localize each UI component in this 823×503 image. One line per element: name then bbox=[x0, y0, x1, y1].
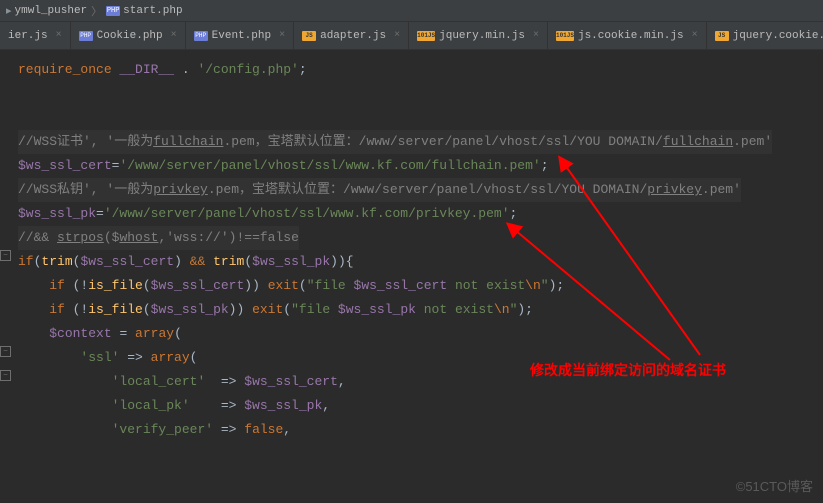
code-line: if (!is_file($ws_ssl_cert)) exit("file $… bbox=[18, 274, 823, 298]
code-line: $ws_ssl_cert='/www/server/panel/vhost/ss… bbox=[18, 154, 823, 178]
tab-cookie-php[interactable]: PHPCookie.php× bbox=[71, 22, 186, 49]
annotation-text: 修改成当前绑定访问的域名证书 bbox=[530, 360, 726, 380]
code-line-blank bbox=[18, 82, 823, 106]
code-line: require_once __DIR__ . '/config.php'; bbox=[18, 58, 823, 82]
breadcrumb-folder[interactable]: ymwl_pusher bbox=[15, 5, 88, 17]
close-icon[interactable]: × bbox=[533, 30, 539, 41]
close-icon[interactable]: × bbox=[279, 30, 285, 41]
tab-ier-js[interactable]: ier.js× bbox=[0, 22, 71, 49]
code-line: 'verify_peer' => false, bbox=[18, 418, 823, 442]
fold-icon[interactable]: − bbox=[0, 346, 11, 357]
php-icon: PHP bbox=[106, 6, 120, 16]
code-editor[interactable]: require_once __DIR__ . '/config.php'; //… bbox=[0, 50, 823, 442]
tab-jquery-min[interactable]: 101JSjquery.min.js× bbox=[409, 22, 548, 49]
fold-icon[interactable]: − bbox=[0, 250, 11, 261]
tab-adapter-js[interactable]: JSadapter.js× bbox=[294, 22, 409, 49]
tab-jscookie-min[interactable]: 101JSjs.cookie.min.js× bbox=[548, 22, 707, 49]
chevron-icon: 〉 bbox=[91, 3, 102, 19]
code-line: if (!is_file($ws_ssl_pk)) exit("file $ws… bbox=[18, 298, 823, 322]
code-line: if(trim($ws_ssl_cert) && trim($ws_ssl_pk… bbox=[18, 250, 823, 274]
js-icon: JS bbox=[715, 31, 729, 41]
breadcrumb-file[interactable]: start.php bbox=[123, 5, 182, 17]
code-line: $context = array( bbox=[18, 322, 823, 346]
watermark: ©51CTO博客 bbox=[736, 476, 813, 495]
js-icon: 101JS bbox=[417, 31, 435, 41]
js-icon: JS bbox=[302, 31, 316, 41]
close-icon[interactable]: × bbox=[171, 30, 177, 41]
code-line: 'local_pk' => $ws_ssl_pk, bbox=[18, 394, 823, 418]
code-line: //WSS私钥', '一般为privkey.pem，宝塔默认位置：/www/se… bbox=[18, 178, 823, 202]
close-icon[interactable]: × bbox=[692, 30, 698, 41]
code-line: //WSS证书', '一般为fullchain.pem，宝塔默认位置：/www/… bbox=[18, 130, 823, 154]
code-line-blank bbox=[18, 106, 823, 130]
fold-icon[interactable]: − bbox=[0, 370, 11, 381]
code-line: //&& strpos($whost,'wss://')!==false bbox=[18, 226, 823, 250]
tab-bar: ier.js× PHPCookie.php× PHPEvent.php× JSa… bbox=[0, 22, 823, 50]
close-icon[interactable]: × bbox=[394, 30, 400, 41]
tab-event-php[interactable]: PHPEvent.php× bbox=[186, 22, 294, 49]
js-icon: 101JS bbox=[556, 31, 574, 41]
tab-jquery-cookie[interactable]: JSjquery.cookie.js× bbox=[707, 22, 823, 49]
code-line: $ws_ssl_pk='/www/server/panel/vhost/ssl/… bbox=[18, 202, 823, 226]
folder-icon: ▸ bbox=[6, 4, 12, 18]
php-icon: PHP bbox=[79, 31, 93, 41]
breadcrumb: ▸ ymwl_pusher 〉 PHP start.php bbox=[0, 0, 823, 22]
close-icon[interactable]: × bbox=[56, 30, 62, 41]
php-icon: PHP bbox=[194, 31, 208, 41]
